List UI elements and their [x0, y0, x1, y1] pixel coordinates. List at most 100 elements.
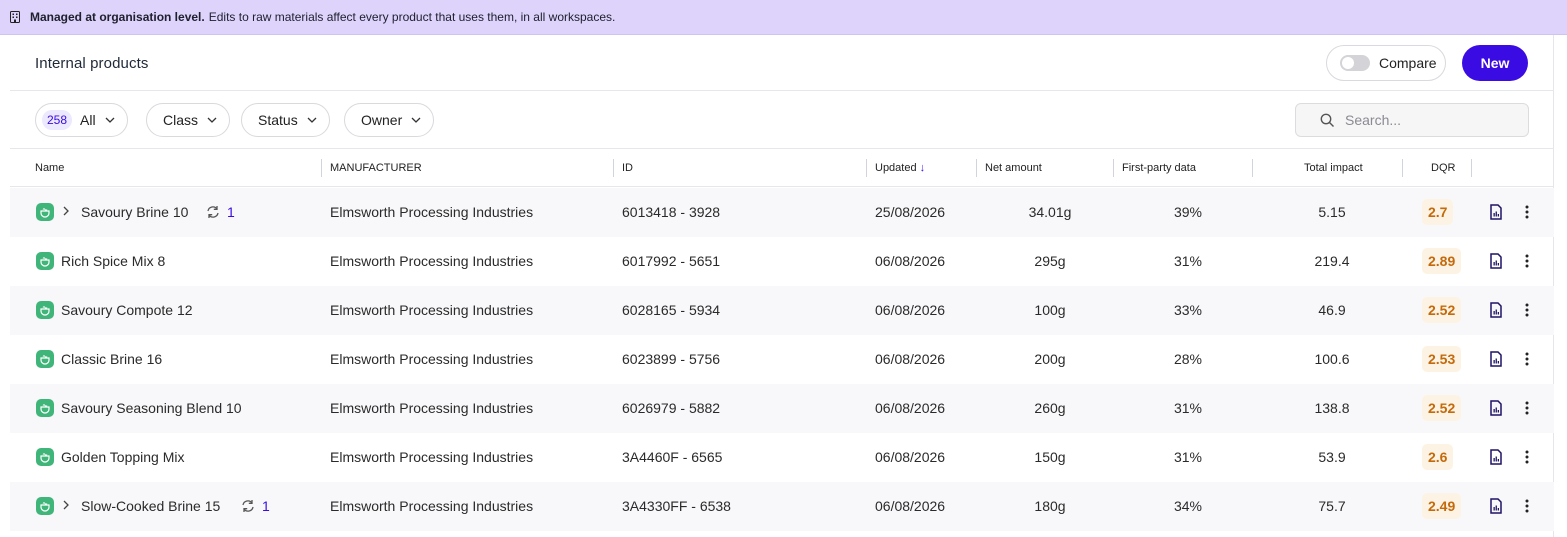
column-divider[interactable] — [1471, 159, 1472, 177]
first-party-cell: 31% — [1173, 253, 1203, 269]
sync-variants[interactable]: 1 — [240, 496, 270, 516]
more-options-icon[interactable] — [1524, 253, 1530, 269]
table-row[interactable]: Savoury Brine 10 1 Elmsworth Processing In… — [10, 188, 1554, 237]
id-cell: 6028165 - 5934 — [622, 302, 721, 318]
product-name[interactable]: Golden Topping Mix — [61, 449, 184, 465]
all-filter[interactable]: 258 All — [35, 103, 128, 137]
product-icon — [36, 399, 54, 417]
owner-filter[interactable]: Owner — [344, 103, 435, 137]
table-row[interactable]: Savoury Seasoning Blend 10 Elmsworth Proc… — [10, 384, 1554, 433]
id-cell: 6013418 - 3928 — [622, 204, 721, 220]
net-amount-cell: 34.01g — [1028, 204, 1072, 220]
col-id[interactable]: ID — [622, 162, 633, 174]
column-divider[interactable] — [1252, 159, 1253, 177]
all-filter-label: All — [80, 112, 96, 128]
col-total-impact[interactable]: Total impact — [1304, 162, 1363, 174]
column-divider[interactable] — [613, 159, 614, 177]
sync-variants[interactable]: 1 — [205, 202, 235, 222]
all-count-badge: 258 — [42, 110, 73, 130]
column-divider[interactable] — [1113, 159, 1114, 177]
page-title: Internal products — [35, 55, 149, 72]
chevron-right-icon[interactable] — [62, 499, 70, 511]
toggle-switch[interactable] — [1340, 55, 1370, 71]
total-impact-cell: 5.15 — [1318, 204, 1346, 220]
status-filter[interactable]: Status — [241, 103, 330, 137]
table-row[interactable]: Classic Brine 16 Elmsworth Processing Ind… — [10, 335, 1554, 384]
manufacturer-cell: Elmsworth Processing Industries — [330, 204, 534, 220]
id-cell: 3A4460F - 6565 — [622, 449, 723, 465]
more-options-icon[interactable] — [1524, 302, 1530, 318]
product-icon — [36, 497, 54, 515]
document-icon[interactable] — [1489, 498, 1503, 514]
product-icon — [36, 350, 54, 368]
id-cell: 6023899 - 5756 — [622, 351, 721, 367]
net-amount-cell: 100g — [1034, 302, 1066, 318]
net-amount-cell: 295g — [1034, 253, 1066, 269]
col-net-amount[interactable]: Net amount — [985, 162, 1042, 174]
products-panel: Internal products Compare New 258 All Cl… — [10, 35, 1554, 537]
document-icon[interactable] — [1489, 449, 1503, 465]
document-icon[interactable] — [1489, 400, 1503, 416]
updated-cell: 25/08/2026 — [875, 204, 946, 220]
document-icon[interactable] — [1489, 351, 1503, 367]
net-amount-cell: 200g — [1034, 351, 1066, 367]
first-party-cell: 31% — [1173, 449, 1203, 465]
search-icon — [1320, 113, 1335, 128]
chevron-down-icon — [307, 117, 317, 123]
table-row[interactable]: Golden Topping Mix Elmsworth Processing I… — [10, 433, 1554, 482]
first-party-cell: 31% — [1173, 400, 1203, 416]
new-button[interactable]: New — [1462, 45, 1528, 81]
col-dqr[interactable]: DQR — [1431, 162, 1455, 174]
table-row[interactable]: Rich Spice Mix 8 Elmsworth Processing Ind… — [10, 237, 1554, 286]
column-divider[interactable] — [976, 159, 977, 177]
more-options-icon[interactable] — [1524, 449, 1530, 465]
product-icon — [36, 448, 54, 466]
document-icon[interactable] — [1489, 302, 1503, 318]
more-options-icon[interactable] — [1524, 351, 1530, 367]
table-row[interactable]: Savoury Compote 12 Elmsworth Processing I… — [10, 286, 1554, 335]
column-divider[interactable] — [866, 159, 867, 177]
class-filter[interactable]: Class — [146, 103, 231, 137]
chevron-right-icon[interactable] — [62, 205, 70, 217]
column-divider[interactable] — [321, 159, 322, 177]
manufacturer-cell: Elmsworth Processing Industries — [330, 253, 534, 269]
sync-count: 1 — [227, 204, 235, 220]
first-party-cell: 39% — [1173, 204, 1203, 220]
col-updated[interactable]: Updated ↓ — [875, 162, 925, 174]
sync-icon — [240, 498, 256, 514]
search-input[interactable]: Search... — [1295, 103, 1529, 137]
product-name[interactable]: Savoury Brine 10 — [81, 204, 188, 220]
compare-toggle[interactable]: Compare — [1326, 45, 1446, 81]
sync-count: 1 — [262, 498, 270, 514]
col-manufacturer[interactable]: MANUFACTURER — [330, 162, 422, 174]
chevron-down-icon — [411, 117, 421, 123]
product-name[interactable]: Savoury Seasoning Blend 10 — [61, 400, 242, 416]
table-row[interactable]: Slow-Cooked Brine 15 1 Elmsworth Processin… — [10, 482, 1554, 531]
total-impact-cell: 219.4 — [1314, 253, 1350, 269]
product-name[interactable]: Savoury Compote 12 — [61, 302, 193, 318]
document-icon[interactable] — [1489, 253, 1503, 269]
total-impact-cell: 75.7 — [1318, 498, 1346, 514]
dqr-badge: 2.52 — [1422, 297, 1462, 323]
more-options-icon[interactable] — [1524, 498, 1530, 514]
first-party-cell: 33% — [1173, 302, 1203, 318]
dqr-badge: 2.53 — [1422, 346, 1462, 372]
product-name[interactable]: Rich Spice Mix 8 — [61, 253, 165, 269]
more-options-icon[interactable] — [1524, 204, 1530, 220]
col-first-party[interactable]: First-party data — [1122, 162, 1196, 174]
updated-cell: 06/08/2026 — [875, 498, 946, 514]
manufacturer-cell: Elmsworth Processing Industries — [330, 498, 534, 514]
product-icon — [36, 301, 54, 319]
compare-label: Compare — [1379, 55, 1437, 71]
table-header: Name MANUFACTURER ID Updated ↓ Net amount… — [10, 150, 1554, 187]
more-options-icon[interactable] — [1524, 400, 1530, 416]
column-divider[interactable] — [1402, 159, 1403, 177]
product-name[interactable]: Classic Brine 16 — [61, 351, 162, 367]
filter-bar: 258 All Class Status Owner Search... — [10, 91, 1554, 149]
product-name[interactable]: Slow-Cooked Brine 15 — [81, 498, 220, 514]
col-name[interactable]: Name — [35, 162, 64, 174]
document-icon[interactable] — [1489, 204, 1503, 220]
sync-icon — [205, 204, 221, 220]
dqr-badge: 2.52 — [1422, 395, 1462, 421]
manufacturer-cell: Elmsworth Processing Industries — [330, 449, 534, 465]
